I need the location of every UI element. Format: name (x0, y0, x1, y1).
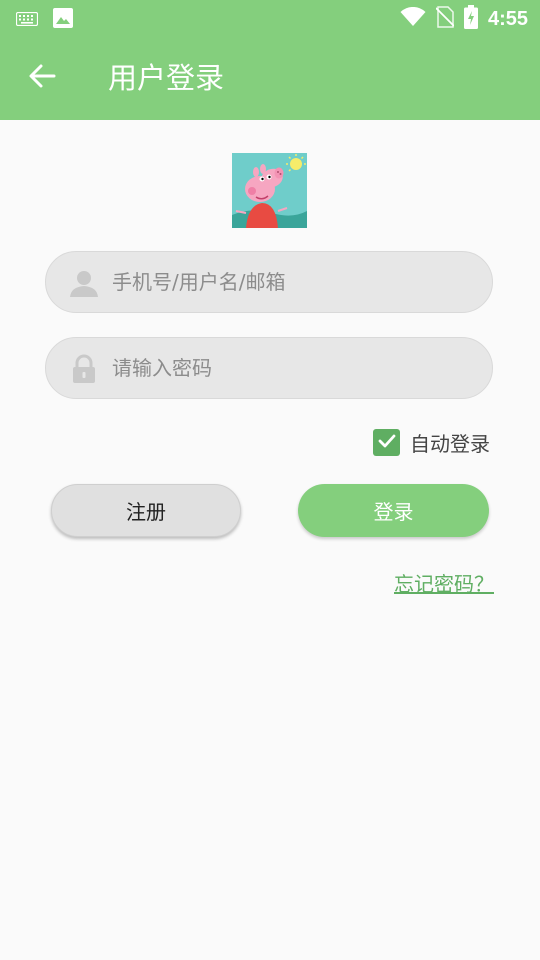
status-right-icons: 4:55 (400, 5, 528, 33)
image-icon (52, 7, 74, 33)
back-button[interactable] (24, 60, 60, 96)
no-sim-icon (435, 6, 455, 32)
app-bar: 用户登录 (0, 36, 540, 120)
password-input[interactable] (112, 338, 472, 398)
status-left-icons (15, 7, 74, 33)
password-field (45, 337, 493, 399)
status-time: 4:55 (487, 7, 528, 30)
avatar (232, 153, 307, 228)
status-bar: 4:55 (0, 0, 540, 36)
register-button[interactable]: 注册 (51, 484, 241, 537)
keyboard-icon (15, 11, 39, 30)
check-icon (377, 431, 397, 455)
battery-charging-icon (463, 5, 478, 33)
lock-icon (68, 353, 100, 385)
page-title: 用户登录 (108, 61, 225, 95)
username-field (45, 251, 493, 313)
user-icon (68, 267, 100, 299)
auto-login-toggle[interactable]: 自动登录 (373, 428, 490, 457)
login-button[interactable]: 登录 (298, 484, 489, 537)
forgot-password-link[interactable]: 忘记密码？ (394, 568, 494, 597)
auto-login-checkbox[interactable] (373, 429, 400, 456)
username-input[interactable] (112, 252, 472, 312)
peppa-pig-avatar (232, 153, 307, 228)
arrow-left-icon (28, 62, 56, 94)
auto-login-label: 自动登录 (410, 432, 490, 456)
wifi-icon (400, 6, 426, 31)
